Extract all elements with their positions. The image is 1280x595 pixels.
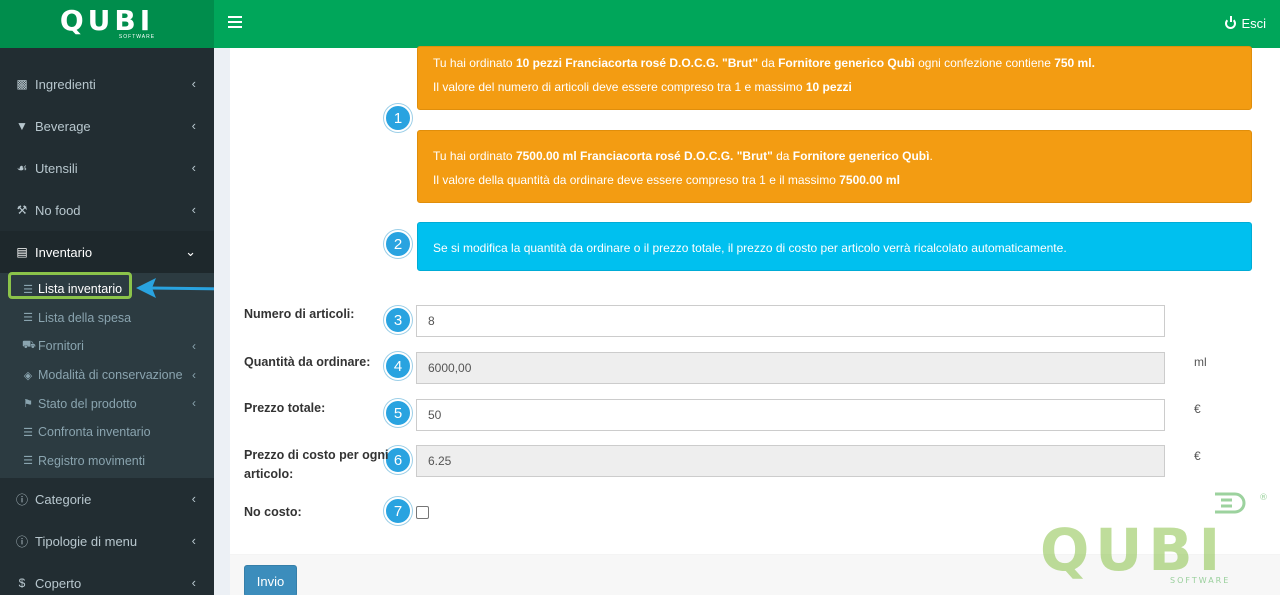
no-costo-label: No costo: xyxy=(244,505,302,519)
sidebar-subitem-label: Modalità di conservazione xyxy=(38,368,183,383)
truck-icon: ⛟ xyxy=(22,339,36,352)
info-alert: Se si modifica la quantità da ordinare o… xyxy=(417,222,1252,271)
power-icon xyxy=(1225,16,1237,29)
chevron-left-icon: ‹ xyxy=(192,367,196,382)
prezzo-totale-label: Prezzo totale: xyxy=(244,401,326,415)
table-icon: ▤ xyxy=(16,245,28,259)
logo-subtitle: SOFTWARE xyxy=(118,34,156,40)
top-navbar: QUBI SOFTWARE Esci xyxy=(0,0,1280,48)
prezzo-costo-label: Prezzo di costo per ogni articolo: xyxy=(244,448,389,481)
cube-icon: ◈ xyxy=(23,369,33,382)
sidebar-subitem-label: Stato del prodotto xyxy=(38,396,137,411)
sidebar-toggle-icon[interactable] xyxy=(228,16,242,30)
num-articoli-input[interactable] xyxy=(416,305,1165,337)
alert-line: Se si modifica la quantità da ordinare o… xyxy=(433,241,1067,255)
chevron-left-icon: ‹ xyxy=(192,339,196,354)
step-badge-1: 1 xyxy=(384,104,412,132)
info-circle-icon: ⓘ xyxy=(15,492,28,507)
prezzo-costo-unit: € xyxy=(1194,449,1201,463)
submit-button[interactable]: Invio xyxy=(244,565,297,595)
warning-alert-pieces: Tu hai ordinato 10 pezzi Franciacorta ro… xyxy=(417,46,1252,110)
prezzo-costo-input[interactable] xyxy=(416,445,1165,477)
sidebar-item-beverage[interactable]: ▼ Beverage ‹ xyxy=(0,105,214,147)
highlight-box xyxy=(8,272,132,299)
glass-icon: ▼ xyxy=(16,119,28,133)
step-badge-3: 3 xyxy=(384,306,412,334)
step-badge-7: 7 xyxy=(384,497,412,525)
step-badge-5: 5 xyxy=(384,399,412,427)
chevron-left-icon: ‹ xyxy=(191,160,196,175)
svg-text:QUBI: QUBI xyxy=(1040,516,1226,584)
chevron-down-icon: ⌄ xyxy=(185,244,196,259)
chevron-left-icon: ‹ xyxy=(191,533,196,549)
chevron-left-icon: ‹ xyxy=(191,575,196,591)
inventario-submenu: ☰ Lista inventario ☰ Lista della spesa ⛟… xyxy=(0,273,214,479)
alert-line: Tu hai ordinato 7500.00 ml Franciacorta … xyxy=(433,149,933,163)
quantita-unit: ml xyxy=(1194,355,1207,369)
sidebar-subitem-registro-movimenti[interactable]: ☰ Registro movimenti xyxy=(0,447,214,476)
list-ol-icon: ☰ xyxy=(23,312,33,325)
sidebar-item-label: Utensili xyxy=(35,160,78,176)
sidebar-item-label: Inventario xyxy=(35,244,93,260)
info-circle-icon: ⓘ xyxy=(15,534,28,549)
sidebar-item-inventario[interactable]: ▤ Inventario ⌄ xyxy=(0,231,214,273)
chevron-left-icon: ‹ xyxy=(191,491,196,507)
sidebar-item-label: Coperto xyxy=(35,575,82,591)
num-articoli-label: Numero di articoli: xyxy=(244,307,355,321)
chevron-left-icon: ‹ xyxy=(191,76,196,91)
sidebar-item-ingredienti[interactable]: ▩ Ingredienti ‹ xyxy=(0,63,214,105)
sidebar-item-utensili[interactable]: ☙ Utensili ‹ xyxy=(0,147,214,189)
app-logo[interactable]: QUBI SOFTWARE xyxy=(0,0,214,48)
step-badge-4: 4 xyxy=(384,352,412,380)
sidebar-subitem-confronta-inventario[interactable]: ☰ Confronta inventario xyxy=(0,418,214,447)
sidebar-subitem-stato-prodotto[interactable]: ⚑ Stato del prodotto ‹ xyxy=(0,389,214,418)
sidebar-subitem-fornitori[interactable]: ⛟ Fornitori ‹ xyxy=(0,332,214,361)
no-costo-checkbox[interactable] xyxy=(416,506,429,519)
sidebar-item-label: No food xyxy=(35,202,81,218)
step-badge-2: 2 xyxy=(384,230,412,258)
chevron-left-icon: ‹ xyxy=(192,396,196,411)
qubi-watermark-logo: ® QUBI SOFTWARE xyxy=(1040,492,1268,585)
prezzo-totale-input[interactable] xyxy=(416,399,1165,431)
chevron-left-icon: ‹ xyxy=(191,118,196,133)
sidebar-subitem-modalita-conservazione[interactable]: ◈ Modalità di conservazione ‹ xyxy=(0,361,214,390)
sitemap-icon: ▩ xyxy=(16,77,28,91)
sidebar-item-categorie[interactable]: ⓘ Categorie ‹ xyxy=(0,478,214,520)
alert-line: Tu hai ordinato 10 pezzi Franciacorta ro… xyxy=(433,56,1095,70)
sidebar-subitem-label: Lista della spesa xyxy=(38,310,132,325)
sidebar-subitem-label: Confronta inventario xyxy=(38,425,151,440)
sidebar-item-tipologie-menu[interactable]: ⓘ Tipologie di menu ‹ xyxy=(0,520,214,562)
sidebar: ▩ Ingredienti ‹ ▼ Beverage ‹ ☙ Utensili … xyxy=(0,48,214,595)
quantita-input[interactable] xyxy=(416,352,1165,384)
sidebar-item-label: Beverage xyxy=(35,118,91,134)
logo-text: QUBI xyxy=(59,4,155,37)
svg-text:SOFTWARE: SOFTWARE xyxy=(1170,576,1230,585)
warning-alert-quantity: Tu hai ordinato 7500.00 ml Franciacorta … xyxy=(417,130,1252,203)
svg-text:®: ® xyxy=(1259,493,1268,503)
sidebar-item-coperto[interactable]: $ Coperto ‹ xyxy=(0,562,214,595)
chevron-left-icon: ‹ xyxy=(191,202,196,217)
alert-line: Il valore della quantità da ordinare dev… xyxy=(433,173,900,187)
logout-button[interactable]: Esci xyxy=(1225,16,1266,31)
sidebar-subitem-label: Registro movimenti xyxy=(38,453,145,468)
flag-icon: ⚑ xyxy=(23,398,33,411)
prezzo-totale-unit: € xyxy=(1194,402,1201,416)
sidebar-item-no-food[interactable]: ⚒ No food ‹ xyxy=(0,189,214,231)
sidebar-item-label: Categorie xyxy=(35,491,92,507)
sidebar-item-label: Ingredienti xyxy=(35,76,96,92)
sidebar-item-label: Tipologie di menu xyxy=(35,533,138,549)
bars-icon: ☰ xyxy=(23,426,33,439)
logout-label: Esci xyxy=(1241,16,1266,31)
sidebar-subitem-lista-spesa[interactable]: ☰ Lista della spesa xyxy=(0,304,214,333)
dollar-icon: $ xyxy=(18,576,26,591)
alert-line: Il valore del numero di articoli deve es… xyxy=(433,80,852,94)
wrench-icon: ⚒ xyxy=(16,203,28,217)
sidebar-subitem-label: Fornitori xyxy=(38,339,84,354)
cutlery-icon: ☙ xyxy=(16,161,28,175)
quantita-label: Quantità da ordinare: xyxy=(244,355,371,369)
bars-icon: ☰ xyxy=(23,455,33,468)
